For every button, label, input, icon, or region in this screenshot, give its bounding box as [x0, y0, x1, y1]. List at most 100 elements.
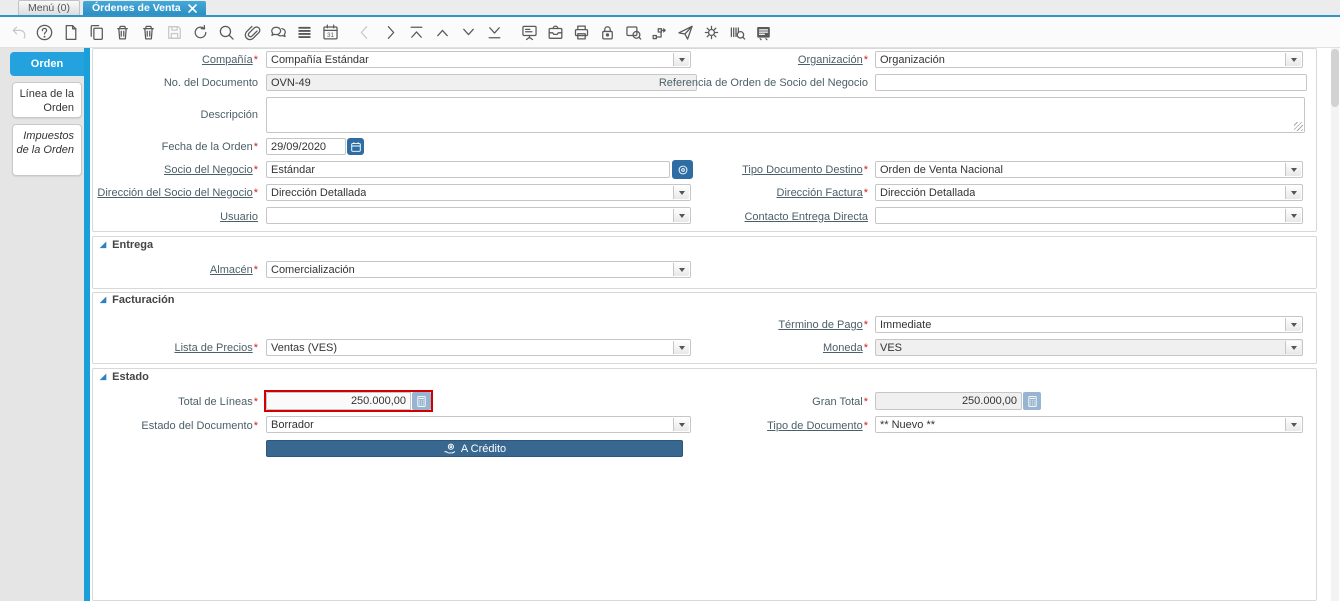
- vertical-scrollbar[interactable]: [1331, 48, 1339, 601]
- new-record-button[interactable]: [61, 22, 80, 42]
- first-record-button[interactable]: [407, 22, 426, 42]
- dropdown-button[interactable]: [1285, 341, 1301, 354]
- save-icon: [165, 23, 184, 42]
- calendar-button[interactable]: 31: [321, 22, 340, 42]
- attachment-button[interactable]: [243, 22, 262, 42]
- window-report-button[interactable]: [754, 22, 773, 42]
- first-record-icon: [407, 23, 426, 42]
- section-header-facturacion[interactable]: ◢ Facturación: [100, 294, 175, 306]
- referencia-field[interactable]: [875, 74, 1307, 91]
- usuario-select[interactable]: [266, 207, 691, 224]
- credit-icon: [443, 443, 456, 455]
- tipo-documento-label[interactable]: Tipo de Documento*: [638, 420, 868, 432]
- zoom-across-button[interactable]: [624, 22, 643, 42]
- workflow-button[interactable]: [650, 22, 669, 42]
- tipo-doc-destino-select[interactable]: Orden de Venta Nacional: [875, 161, 1303, 178]
- tipo-doc-destino-label[interactable]: Tipo Documento Destino*: [638, 164, 868, 176]
- parent-record-button[interactable]: [433, 22, 452, 42]
- product-info-button[interactable]: [728, 22, 747, 42]
- socio-negocio-field[interactable]: Estándar: [266, 161, 670, 178]
- refresh-button[interactable]: [191, 22, 210, 42]
- total-lineas-field[interactable]: 250.000,00: [266, 392, 411, 410]
- detail-record-button[interactable]: [459, 22, 478, 42]
- svg-text:31: 31: [326, 32, 334, 39]
- dropdown-button[interactable]: [1285, 209, 1301, 222]
- moneda-label[interactable]: Moneda*: [638, 342, 868, 354]
- delete-selection-button[interactable]: [139, 22, 158, 42]
- tipo-documento-select[interactable]: ** Nuevo **: [875, 416, 1303, 433]
- chat-button[interactable]: [269, 22, 288, 42]
- copy-record-button[interactable]: [87, 22, 106, 42]
- dropdown-button[interactable]: [1285, 318, 1301, 331]
- fecha-orden-field[interactable]: 29/09/2020: [266, 138, 346, 155]
- no-documento-field[interactable]: OVN-49: [266, 74, 697, 91]
- dropdown-button[interactable]: [1285, 163, 1301, 176]
- chevron-down-icon: [1290, 213, 1297, 218]
- almacen-select[interactable]: Comercialización: [266, 261, 691, 278]
- almacen-label[interactable]: Almacén*: [60, 264, 258, 276]
- usuario-label[interactable]: Usuario: [60, 211, 258, 223]
- calendar-picker-button[interactable]: [347, 138, 364, 155]
- moneda-select[interactable]: VES: [875, 339, 1303, 356]
- print-button[interactable]: [572, 22, 591, 42]
- toolbar: 31: [0, 17, 1340, 48]
- undo-button: [9, 22, 28, 42]
- copy-record-icon: [87, 23, 106, 42]
- direccion-factura-select[interactable]: Dirección Detallada: [875, 184, 1303, 201]
- calculator-button[interactable]: [412, 392, 431, 410]
- section-header-estado[interactable]: ◢ Estado: [100, 371, 149, 383]
- last-record-button[interactable]: [485, 22, 504, 42]
- chevron-down-icon: [1290, 345, 1297, 350]
- tab-ordenes-de-venta[interactable]: Órdenes de Venta: [83, 1, 206, 15]
- collapse-triangle-icon: ◢: [100, 240, 107, 249]
- report-button[interactable]: [520, 22, 539, 42]
- lista-precios-label[interactable]: Lista de Precios*: [60, 342, 258, 354]
- close-icon[interactable]: [187, 3, 197, 13]
- compania-select[interactable]: Compañía Estándar: [266, 51, 691, 68]
- calculator-button[interactable]: [1023, 392, 1041, 410]
- contacto-entrega-select[interactable]: [875, 207, 1303, 224]
- help-button[interactable]: [35, 22, 54, 42]
- contacto-entrega-label[interactable]: Contacto Entrega Directa: [638, 211, 868, 223]
- dropdown-button[interactable]: [1285, 53, 1301, 66]
- delete-record-button[interactable]: [113, 22, 132, 42]
- send-mail-button[interactable]: [676, 22, 695, 42]
- socio-negocio-label[interactable]: Socio del Negocio*: [60, 164, 258, 176]
- gran-total-field[interactable]: 250.000,00: [875, 392, 1022, 410]
- dropdown-button[interactable]: [1285, 186, 1301, 199]
- organizacion-select[interactable]: Organización: [875, 51, 1303, 68]
- dropdown-button[interactable]: [673, 263, 689, 276]
- find-button[interactable]: [217, 22, 236, 42]
- toggle-grid-button[interactable]: [295, 22, 314, 42]
- descripcion-label: Descripción: [200, 109, 258, 121]
- lock-icon: [598, 23, 617, 42]
- compania-label[interactable]: Compañía*: [60, 54, 258, 66]
- scrollbar-thumb[interactable]: [1331, 49, 1339, 107]
- detail-record-icon: [459, 23, 478, 42]
- dropdown-button[interactable]: [1285, 418, 1301, 431]
- last-record-icon: [485, 23, 504, 42]
- product-info-icon: [728, 23, 747, 42]
- organizacion-label[interactable]: Organización*: [638, 54, 868, 66]
- next-record-button[interactable]: [381, 22, 400, 42]
- a-credito-button[interactable]: A Crédito: [266, 440, 683, 457]
- descripcion-textarea[interactable]: [266, 97, 1305, 133]
- lista-precios-select[interactable]: Ventas (VES): [266, 339, 691, 356]
- termino-pago-label[interactable]: Término de Pago*: [638, 319, 868, 331]
- direccion-socio-label[interactable]: Dirección del Socio del Negocio*: [60, 187, 258, 199]
- lock-button[interactable]: [598, 22, 617, 42]
- direccion-socio-select[interactable]: Dirección Detallada: [266, 184, 691, 201]
- parent-record-icon: [433, 23, 452, 42]
- resize-grip-icon[interactable]: [1294, 122, 1303, 131]
- termino-pago-select[interactable]: Immediate: [875, 316, 1303, 333]
- preferences-button[interactable]: [702, 22, 721, 42]
- next-record-icon: [381, 23, 400, 42]
- section-header-entrega[interactable]: ◢ Entrega: [100, 239, 153, 251]
- sales-order-window: Menú (0) Órdenes de Venta 31 Orden Línea…: [0, 0, 1340, 601]
- tab-menu[interactable]: Menú (0): [18, 0, 81, 15]
- calendar-icon: [350, 141, 362, 153]
- archive-button[interactable]: [546, 22, 565, 42]
- direccion-factura-label[interactable]: Dirección Factura*: [638, 187, 868, 199]
- estado-documento-select[interactable]: Borrador: [266, 416, 691, 433]
- window-tabbar: Menú (0) Órdenes de Venta: [0, 0, 1340, 15]
